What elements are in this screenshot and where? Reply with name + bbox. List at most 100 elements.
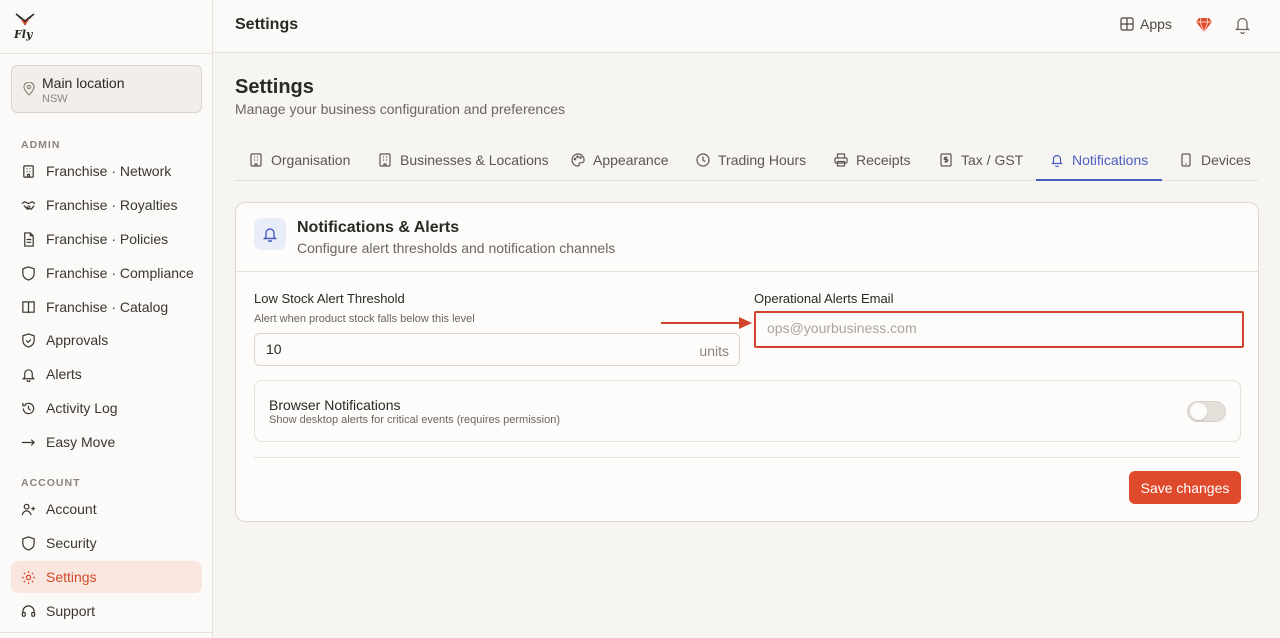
notifications-bell-icon[interactable] bbox=[1234, 15, 1251, 34]
sidebar-item-easy-move[interactable]: Easy Move bbox=[11, 426, 202, 458]
settings-tabs: Organisation Businesses & Locations Appe… bbox=[235, 140, 1258, 181]
card-icon-container bbox=[254, 218, 286, 250]
sidebar-item-support[interactable]: Support bbox=[11, 595, 202, 627]
tab-organisation[interactable]: Organisation bbox=[249, 140, 350, 180]
tab-label: Receipts bbox=[856, 152, 911, 168]
gem-icon[interactable] bbox=[1195, 16, 1213, 34]
sidebar-item-label: Security bbox=[46, 535, 97, 551]
header-title: Settings bbox=[235, 16, 299, 33]
ops-email-field[interactable] bbox=[754, 311, 1244, 348]
tab-businesses-locations[interactable]: Businesses & Locations bbox=[378, 140, 549, 180]
annotation-arrow-icon bbox=[661, 317, 752, 329]
sidebar-item-settings[interactable]: Settings bbox=[11, 561, 202, 593]
bell-icon bbox=[262, 228, 278, 242]
bell-icon bbox=[21, 368, 36, 382]
svg-text:Fly: Fly bbox=[13, 28, 34, 41]
headset-icon bbox=[21, 604, 36, 617]
sidebar-item-franchise-royalties[interactable]: Franchise · Royalties bbox=[11, 189, 202, 221]
tab-label: Organisation bbox=[271, 152, 351, 168]
history-icon bbox=[22, 402, 35, 414]
sidebar-item-label: Settings bbox=[46, 569, 97, 585]
tab-tax-gst[interactable]: Tax / GST bbox=[939, 140, 1023, 180]
sidebar-item-label: Franchise · Network bbox=[46, 163, 172, 179]
map-pin-icon bbox=[23, 82, 35, 96]
sidebar-item-label: Easy Move bbox=[46, 434, 116, 450]
apps-label: Apps bbox=[1140, 16, 1172, 32]
book-icon bbox=[22, 300, 35, 313]
ops-email-input[interactable] bbox=[767, 320, 1167, 336]
sidebar-item-label: Franchise · Royalties bbox=[46, 197, 178, 213]
ops-email-label: Operational Alerts Email bbox=[754, 291, 894, 306]
sidebar-item-activity-log[interactable]: Activity Log bbox=[11, 392, 202, 424]
sidebar-bottom-divider bbox=[0, 632, 213, 633]
tab-notifications[interactable]: Notifications bbox=[1036, 140, 1163, 181]
location-name: Main location bbox=[42, 75, 125, 91]
section-label-account: ACCOUNT bbox=[21, 477, 81, 489]
receipt-dollar-icon bbox=[940, 153, 952, 167]
tab-appearance[interactable]: Appearance bbox=[571, 140, 669, 180]
save-changes-button[interactable]: Save changes bbox=[1129, 471, 1241, 504]
sidebar-item-approvals[interactable]: Approvals bbox=[11, 324, 202, 356]
building-icon bbox=[250, 153, 262, 167]
page-subtitle: Manage your business configuration and p… bbox=[235, 101, 565, 117]
shield-check-icon bbox=[22, 332, 35, 348]
location-region: NSW bbox=[42, 93, 68, 105]
fly-logo[interactable]: Fly bbox=[13, 11, 37, 41]
gear-icon bbox=[21, 570, 36, 584]
browser-notifications-row: Browser Notifications Show desktop alert… bbox=[254, 380, 1241, 442]
sidebar-item-label: Alerts bbox=[46, 366, 82, 382]
tab-label: Trading Hours bbox=[718, 152, 807, 168]
card-subtitle: Configure alert thresholds and notificat… bbox=[297, 240, 616, 256]
shield-icon bbox=[22, 535, 35, 551]
sidebar-item-franchise-compliance[interactable]: Franchise · Compliance bbox=[11, 257, 202, 289]
document-icon bbox=[24, 231, 34, 247]
sidebar-item-label: Franchise · Policies bbox=[46, 231, 169, 247]
sidebar-item-label: Support bbox=[46, 603, 96, 619]
sidebar-item-label: Franchise · Compliance bbox=[46, 265, 194, 281]
sidebar-item-label: Account bbox=[46, 501, 97, 517]
location-selector[interactable]: Main location NSW bbox=[11, 65, 202, 113]
tab-label: Notifications bbox=[1072, 151, 1149, 168]
notifications-card: Notifications & Alerts Configure alert t… bbox=[235, 202, 1259, 522]
sidebar-item-account[interactable]: Account bbox=[11, 493, 202, 525]
page-title: Settings bbox=[235, 76, 314, 98]
shield-icon bbox=[22, 265, 35, 281]
tab-label: Tax / GST bbox=[961, 152, 1024, 168]
building-icon bbox=[23, 164, 34, 178]
browser-notifications-title: Browser Notifications bbox=[269, 397, 401, 413]
sidebar-item-label: Approvals bbox=[46, 332, 109, 348]
sidebar-item-franchise-policies[interactable]: Franchise · Policies bbox=[11, 223, 202, 255]
section-label-admin: ADMIN bbox=[21, 139, 61, 151]
low-stock-unit: units bbox=[699, 343, 729, 359]
card-footer-divider bbox=[254, 457, 1241, 458]
printer-icon bbox=[834, 153, 848, 167]
top-header: Settings Apps bbox=[214, 0, 1280, 53]
apps-button[interactable]: Apps bbox=[1120, 16, 1172, 32]
browser-notifications-subtitle: Show desktop alerts for critical events … bbox=[269, 414, 561, 426]
tab-devices[interactable]: Devices bbox=[1179, 140, 1251, 180]
tab-receipts[interactable]: Receipts bbox=[834, 140, 910, 180]
low-stock-help: Alert when product stock falls below thi… bbox=[254, 313, 475, 325]
device-icon bbox=[1181, 153, 1191, 167]
low-stock-field[interactable]: units bbox=[254, 333, 740, 366]
sidebar: Fly Main location NSW ADMIN Franchise · … bbox=[0, 0, 213, 638]
low-stock-label: Low Stock Alert Threshold bbox=[254, 291, 405, 306]
sidebar-item-franchise-catalog[interactable]: Franchise · Catalog bbox=[11, 291, 202, 323]
card-divider bbox=[236, 271, 1258, 272]
sidebar-item-security[interactable]: Security bbox=[11, 527, 202, 559]
tab-label: Devices bbox=[1201, 152, 1251, 168]
bell-icon bbox=[1051, 154, 1063, 167]
sidebar-item-alerts[interactable]: Alerts bbox=[11, 358, 202, 390]
tab-label: Appearance bbox=[593, 152, 669, 168]
sidebar-item-label: Activity Log bbox=[46, 400, 118, 416]
sidebar-item-label: Franchise · Catalog bbox=[46, 299, 169, 315]
palette-icon bbox=[571, 153, 585, 167]
browser-notifications-toggle[interactable] bbox=[1187, 401, 1226, 422]
toggle-knob bbox=[1190, 403, 1207, 420]
handshake-icon bbox=[21, 200, 36, 210]
clock-icon bbox=[696, 153, 710, 167]
tab-trading-hours[interactable]: Trading Hours bbox=[696, 140, 806, 180]
sidebar-item-franchise-network[interactable]: Franchise · Network bbox=[11, 155, 202, 187]
low-stock-input[interactable] bbox=[266, 341, 666, 357]
grid-icon bbox=[1120, 17, 1134, 31]
